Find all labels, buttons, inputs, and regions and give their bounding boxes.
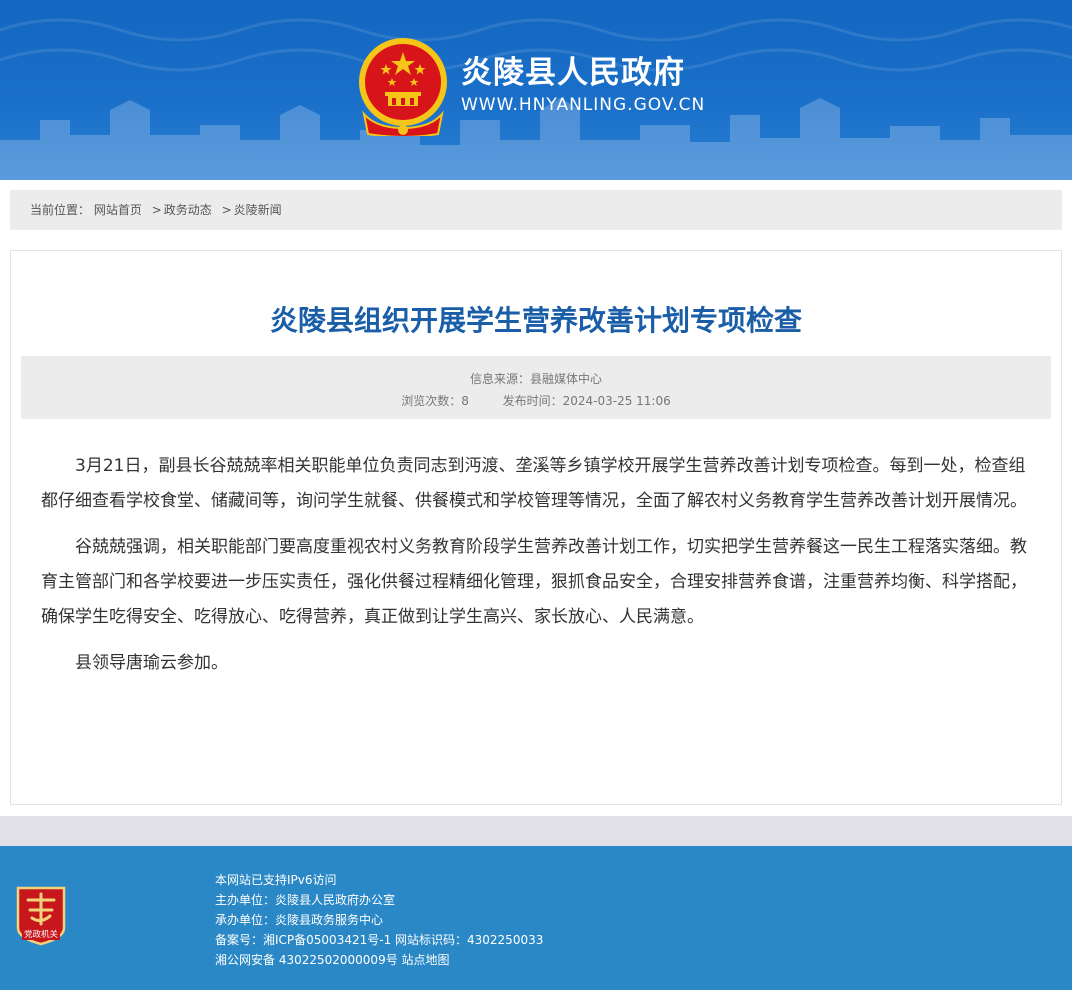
footer-info: 本网站已支持IPv6访问 主办单位：炎陵县人民政府办公室 承办单位：炎陵县政务服… [215, 870, 543, 970]
footer-organizer-text: 承办单位：炎陵县政务服务中心 [215, 913, 384, 927]
footer-ipv6-text: 本网站已支持IPv6访问 [215, 873, 337, 887]
breadcrumb-separator: > [221, 203, 232, 217]
breadcrumb-prefix: 当前位置： [30, 203, 91, 217]
meta-views-label: 浏览次数： [401, 394, 462, 408]
article-content: 3月21日，副县长谷兢兢率相关职能单位负责同志到沔渡、垄溪等乡镇学校开展学生营养… [41, 449, 1033, 692]
meta-date-label: 发布时间： [502, 394, 563, 408]
article-paragraph: 3月21日，副县长谷兢兢率相关职能单位负责同志到沔渡、垄溪等乡镇学校开展学生营养… [41, 456, 1027, 511]
footer-sponsor-text: 主办单位：炎陵县人民政府办公室 [215, 893, 396, 907]
breadcrumb-separator: > [151, 203, 162, 217]
article-meta: 信息来源：县融媒体中心 浏览次数：8 发布时间：2024-03-25 11:06 [21, 356, 1051, 419]
breadcrumb-news-link[interactable]: 政务动态 [164, 203, 212, 217]
meta-source-label: 信息来源： [469, 372, 530, 386]
meta-source-row: 信息来源：县融媒体中心 [21, 370, 1051, 387]
meta-views: 8 [461, 394, 469, 408]
breadcrumb-home-link[interactable]: 网站首页 [94, 203, 142, 217]
article-container: 炎陵县组织开展学生营养改善计划专项检查 信息来源：县融媒体中心 浏览次数：8 发… [10, 250, 1062, 805]
site-url[interactable]: WWW.HNYANLING.GOV.CN [461, 95, 705, 115]
site-name[interactable]: 炎陵县人民政府 [461, 47, 685, 92]
article-paragraph: 县领导唐瑜云参加。 [75, 653, 228, 673]
footer-divider-band [0, 816, 1072, 846]
breadcrumb: 当前位置： 网站首页 > 政务动态 > 炎陵新闻 [10, 190, 1062, 230]
meta-date: 2024-03-25 11:06 [562, 394, 671, 408]
party-government-badge-icon[interactable]: 党政机关 [14, 884, 68, 946]
site-footer: 党政机关 本网站已支持IPv6访问 主办单位：炎陵县人民政府办公室 承办单位：炎… [0, 846, 1072, 990]
meta-source: 县融媒体中心 [530, 372, 603, 386]
national-emblem-icon [359, 38, 447, 136]
article-paragraph: 谷兢兢强调，相关职能部门要高度重视农村义务教育阶段学生营养改善计划工作，切实把学… [41, 537, 1027, 627]
badge-text: 党政机关 [24, 929, 59, 940]
footer-icp-text[interactable]: 备案号：湘ICP备05003421号-1 网站标识码：4302250033 [215, 930, 543, 950]
breadcrumb-yanling-news-link[interactable]: 炎陵新闻 [234, 203, 282, 217]
article-title: 炎陵县组织开展学生营养改善计划专项检查 [269, 304, 802, 337]
site-header: 炎陵县人民政府 WWW.HNYANLING.GOV.CN [0, 0, 1072, 180]
footer-security-text[interactable]: 湘公网安备 43022502000009号 站点地图 [215, 950, 543, 970]
meta-info-row: 浏览次数：8 发布时间：2024-03-25 11:06 [21, 392, 1051, 409]
